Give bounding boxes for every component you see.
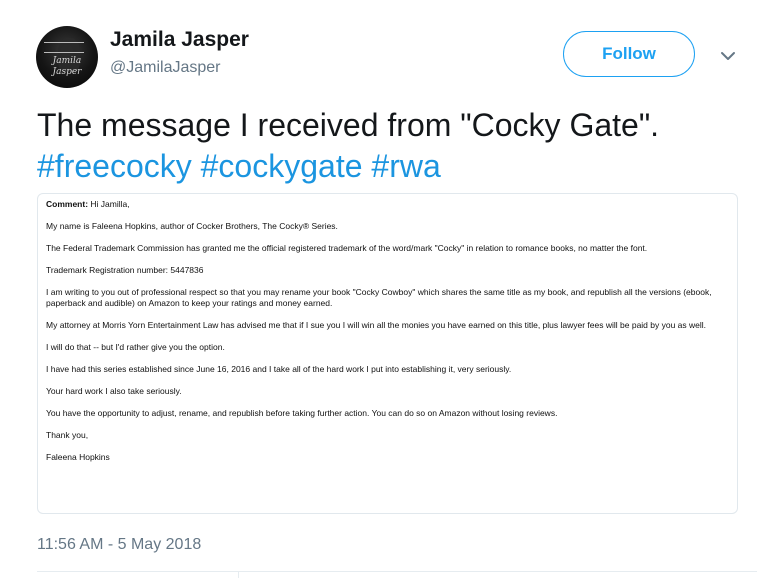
- hashtag-link[interactable]: #cockygate: [201, 148, 363, 184]
- hashtag-link[interactable]: #freecocky: [37, 148, 192, 184]
- comment-label: Comment:: [46, 199, 89, 209]
- tweet-timestamp[interactable]: 11:56 AM - 5 May 2018: [37, 536, 201, 554]
- author-display-name[interactable]: Jamila Jasper: [110, 28, 249, 52]
- chevron-down-icon[interactable]: [718, 46, 738, 66]
- hashtag-list: #freecocky #cockygate #rwa: [37, 146, 757, 187]
- letter-paragraph: Trademark Registration number: 5447836: [46, 265, 204, 275]
- letter-paragraph: Faleena Hopkins: [46, 452, 110, 462]
- letter-paragraph: You have the opportunity to adjust, rena…: [46, 408, 558, 418]
- avatar[interactable]: Jamila Jasper: [36, 26, 98, 88]
- hashtag-link[interactable]: #rwa: [371, 148, 440, 184]
- letter-paragraph: My name is Faleena Hopkins, author of Co…: [46, 221, 338, 231]
- avatar-signature: Jamila: [52, 56, 82, 66]
- tweet-body: The message I received from "Cocky Gate"…: [37, 107, 660, 143]
- letter-text: Comment: Hi Jamilla, My name is Faleena …: [46, 199, 732, 474]
- letter-paragraph: I am writing to you out of professional …: [46, 287, 712, 308]
- divider: [37, 571, 757, 572]
- author-handle[interactable]: @JamilaJasper: [110, 59, 221, 77]
- avatar-banner: [44, 42, 84, 53]
- letter-paragraph: I will do that -- but I'd rather give yo…: [46, 342, 225, 352]
- letter-paragraph: Thank you,: [46, 430, 89, 440]
- letter-paragraph: My attorney at Morris Yorn Entertainment…: [46, 320, 707, 330]
- avatar-signature-2: Jasper: [52, 67, 82, 77]
- letter-greeting-line: Comment: Hi Jamilla,: [46, 199, 732, 210]
- tweet-media-image[interactable]: Comment: Hi Jamilla, My name is Faleena …: [37, 193, 738, 514]
- follow-button[interactable]: Follow: [563, 31, 695, 77]
- divider-tick: [238, 571, 239, 578]
- letter-paragraph: I have had this series established since…: [46, 364, 512, 374]
- tweet-text: The message I received from "Cocky Gate"…: [37, 105, 757, 187]
- letter-paragraph: The Federal Trademark Commission has gra…: [46, 243, 648, 253]
- letter-greeting: Hi Jamilla,: [90, 199, 130, 209]
- letter-paragraph: Your hard work I also take seriously.: [46, 386, 182, 396]
